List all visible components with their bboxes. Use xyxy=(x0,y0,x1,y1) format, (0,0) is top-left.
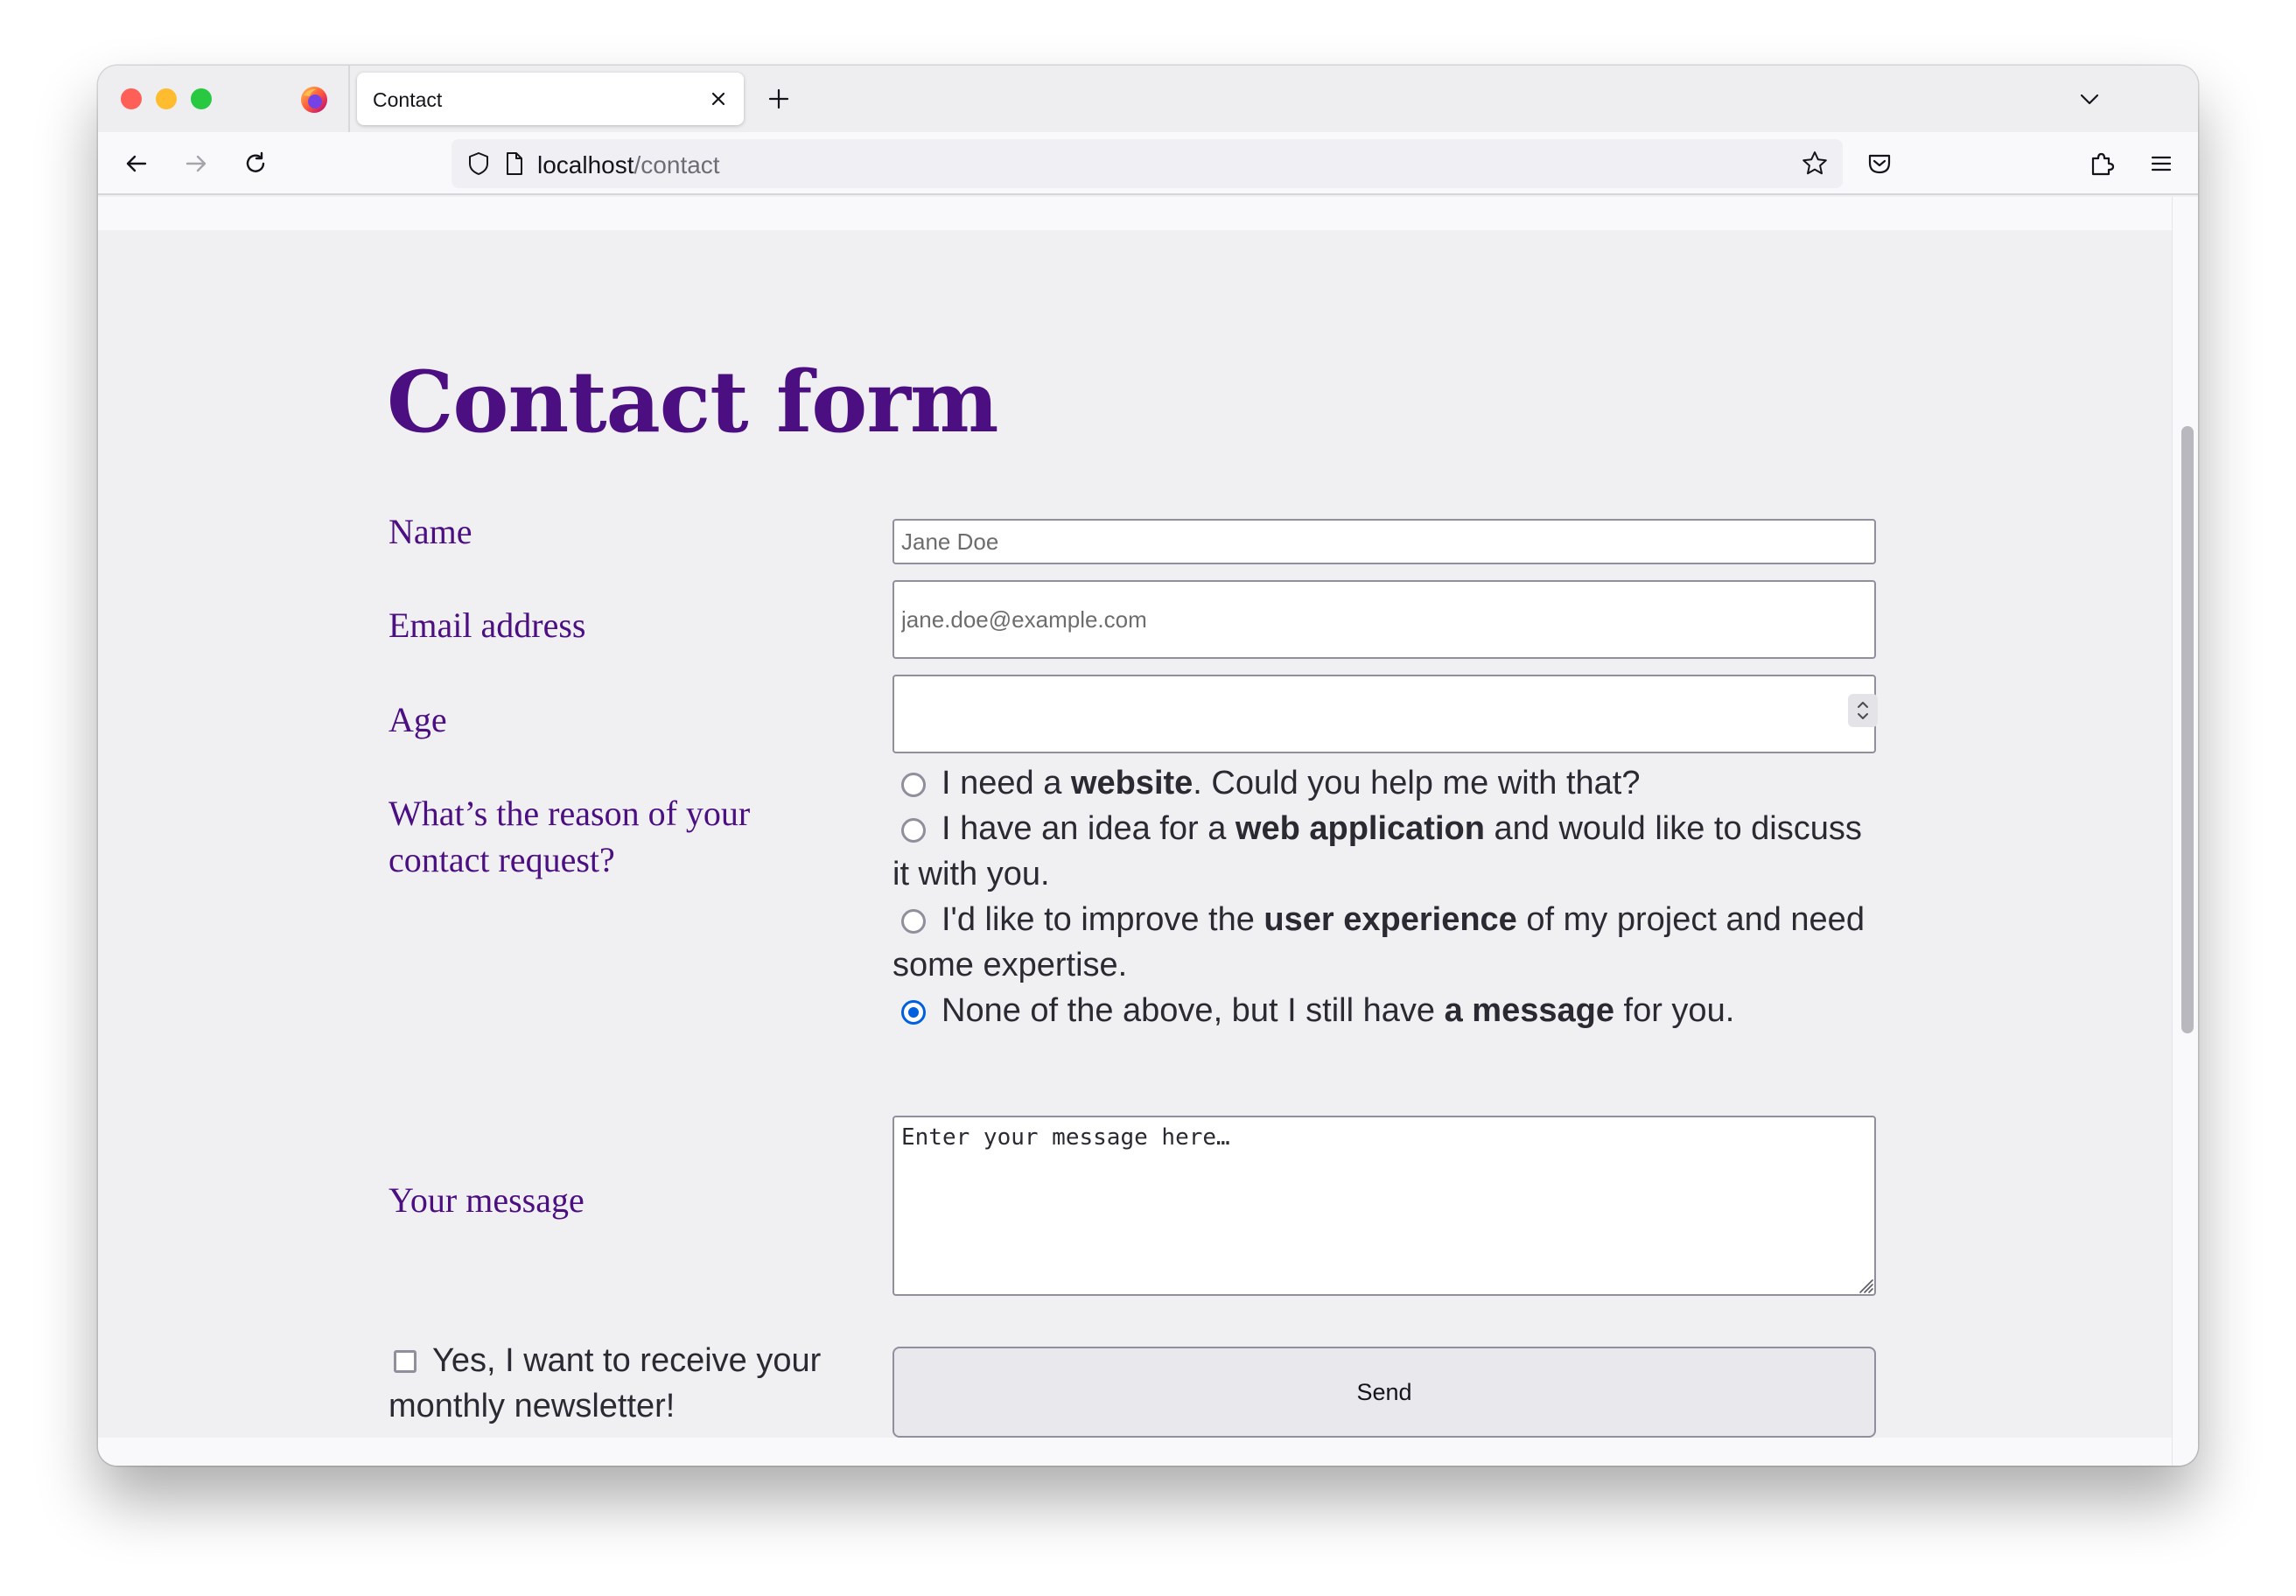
page-icon[interactable] xyxy=(499,149,528,178)
puzzle-icon[interactable] xyxy=(2084,146,2119,181)
tab-title: Contact xyxy=(373,88,443,111)
close-window-button[interactable] xyxy=(121,88,142,109)
reason-text: for you. xyxy=(1614,992,1735,1029)
reason-text: None of the above, but I still have xyxy=(942,992,1445,1029)
arrow-left-icon[interactable] xyxy=(119,146,154,181)
reason-radio-selected[interactable] xyxy=(901,1000,926,1025)
reason-option[interactable]: None of the above, but I still have a me… xyxy=(892,988,1876,1033)
tab-separator xyxy=(348,66,350,132)
reload-icon[interactable] xyxy=(238,146,273,181)
url-text[interactable]: localhost/contact xyxy=(537,151,720,179)
scrollbar[interactable] xyxy=(2172,197,2198,1466)
name-label: Name xyxy=(388,512,472,551)
star-icon[interactable] xyxy=(1799,148,1830,179)
newsletter-checkbox[interactable] xyxy=(394,1350,416,1373)
arrow-right-icon[interactable] xyxy=(178,146,214,181)
reason-emphasis: a message xyxy=(1444,992,1614,1029)
reason-text: I have an idea for a xyxy=(942,810,1236,847)
reason-text: . Could you help me with that? xyxy=(1193,765,1641,802)
reason-emphasis: website xyxy=(1070,765,1194,802)
tab-contact[interactable]: Contact xyxy=(357,73,744,125)
minimize-window-button[interactable] xyxy=(156,88,177,109)
url-host: localhost xyxy=(537,151,634,178)
resize-handle-icon[interactable] xyxy=(1855,1275,1874,1294)
chevron-up-down-icon xyxy=(1858,702,1868,719)
scrollbar-thumb[interactable] xyxy=(2181,426,2194,1033)
contact-page: Contact form Name Email address Age What… xyxy=(98,230,2172,1438)
page-title: Contact form xyxy=(387,353,998,452)
send-button[interactable]: Send xyxy=(892,1347,1876,1438)
shield-icon[interactable] xyxy=(464,149,494,178)
message-textarea[interactable] xyxy=(892,1116,1876,1296)
age-input[interactable] xyxy=(892,675,1876,753)
url-path: /contact xyxy=(634,151,720,178)
message-label: Your message xyxy=(388,1180,584,1220)
reason-option[interactable]: I need a website. Could you help me with… xyxy=(892,760,1876,806)
reason-label: What’s the reason of your contact reques… xyxy=(388,794,751,879)
name-input[interactable] xyxy=(892,519,1876,564)
newsletter-label: Yes, I want to receive your monthly news… xyxy=(388,1342,822,1424)
browser-window: Contact localhost/contact Contact form N… xyxy=(98,66,2198,1466)
plus-icon[interactable] xyxy=(763,83,794,115)
reason-option[interactable]: I have an idea for a web application and… xyxy=(892,806,1876,897)
pocket-icon[interactable] xyxy=(1862,146,1897,181)
tab-strip: Contact xyxy=(98,66,2198,132)
reason-radio-group: I need a website. Could you help me with… xyxy=(892,760,1876,1033)
navigation-toolbar: localhost/contact xyxy=(98,132,2198,195)
reason-radio[interactable] xyxy=(901,909,926,934)
reason-text: I'd like to improve the xyxy=(942,901,1264,938)
age-stepper[interactable] xyxy=(1848,694,1878,727)
age-label: Age xyxy=(388,700,447,739)
reason-emphasis: user experience xyxy=(1264,901,1517,938)
email-label: Email address xyxy=(388,606,586,645)
page-viewport: Contact form Name Email address Age What… xyxy=(98,197,2172,1466)
chevron-down-icon[interactable] xyxy=(2074,83,2105,115)
reason-option[interactable]: I'd like to improve the user experience … xyxy=(892,897,1876,988)
url-bar[interactable]: localhost/contact xyxy=(452,139,1843,188)
reason-text: I need a xyxy=(942,765,1071,802)
email-input[interactable] xyxy=(892,580,1876,659)
close-icon[interactable] xyxy=(704,84,733,114)
hamburger-icon[interactable] xyxy=(2144,146,2179,181)
zoom-window-button[interactable] xyxy=(191,88,212,109)
newsletter-option[interactable]: Yes, I want to receive your monthly news… xyxy=(388,1338,861,1429)
reason-radio[interactable] xyxy=(901,818,926,843)
firefox-icon[interactable] xyxy=(299,85,329,115)
reason-emphasis: web application xyxy=(1235,810,1485,847)
reason-radio[interactable] xyxy=(901,773,926,797)
